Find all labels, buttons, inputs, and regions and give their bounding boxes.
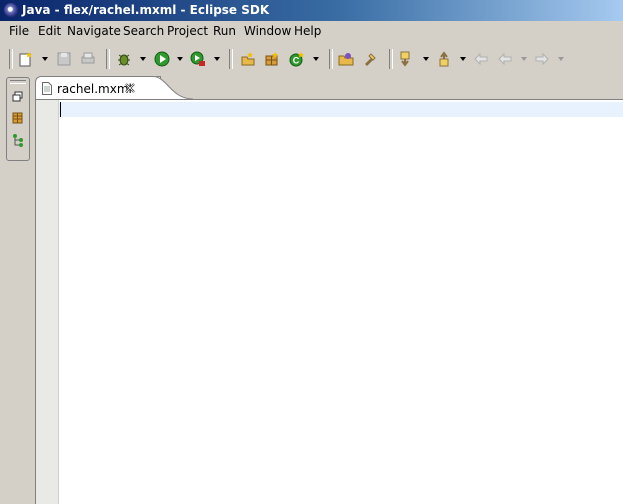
print-icon[interactable]	[80, 51, 96, 67]
menu-run[interactable]: Run	[213, 24, 236, 38]
save-icon[interactable]	[56, 51, 72, 67]
forward-dropdown-icon[interactable]	[558, 57, 564, 61]
window-title: Java - flex/rachel.mxml - Eclipse SDK	[22, 3, 270, 17]
restore-icon[interactable]	[11, 90, 25, 104]
editor-tab[interactable]: rachel.mxml	[35, 76, 161, 101]
new-java-project-icon[interactable]	[240, 51, 256, 67]
editor-area: rachel.mxml	[35, 76, 623, 504]
editor-tab-label: rachel.mxml	[57, 82, 132, 96]
toolbar-grip[interactable]	[9, 49, 13, 69]
toolbar-grip[interactable]	[389, 49, 393, 69]
menu-search[interactable]: Search	[123, 24, 164, 38]
svg-text:C: C	[293, 56, 300, 66]
menu-navigate[interactable]: Navigate	[67, 24, 121, 38]
back-icon[interactable]	[497, 51, 513, 67]
menu-file[interactable]: File	[9, 24, 29, 38]
forward-icon[interactable]	[534, 51, 550, 67]
toolbar-grip[interactable]	[329, 49, 333, 69]
file-icon	[42, 82, 52, 95]
next-annotation-icon[interactable]	[398, 51, 414, 67]
menu-bar: File Edit Navigate Search Project Run Wi…	[0, 21, 623, 41]
debug-dropdown-icon[interactable]	[140, 57, 146, 61]
current-line-highlight	[59, 102, 623, 117]
new-dropdown-icon[interactable]	[42, 57, 48, 61]
search-flashlight-icon[interactable]	[362, 51, 378, 67]
menu-edit[interactable]: Edit	[38, 24, 61, 38]
title-bar[interactable]: Java - flex/rachel.mxml - Eclipse SDK	[0, 0, 623, 21]
next-annotation-dropdown-icon[interactable]	[423, 57, 429, 61]
new-icon[interactable]	[18, 51, 34, 67]
menu-window[interactable]: Window	[244, 24, 291, 38]
vertical-ruler	[36, 100, 59, 504]
last-edit-location-icon[interactable]	[473, 51, 489, 67]
run-icon[interactable]	[154, 51, 170, 67]
debug-icon[interactable]	[116, 51, 132, 67]
menu-help[interactable]: Help	[294, 24, 321, 38]
external-tools-icon[interactable]	[190, 51, 206, 67]
package-explorer-icon[interactable]	[11, 111, 25, 125]
text-editor[interactable]	[35, 100, 623, 504]
new-package-icon[interactable]	[264, 51, 280, 67]
trim-grip[interactable]	[10, 80, 26, 84]
hierarchy-icon[interactable]	[11, 133, 25, 147]
previous-annotation-dropdown-icon[interactable]	[460, 57, 466, 61]
main-toolbar: C	[0, 43, 623, 75]
external-tools-dropdown-icon[interactable]	[214, 57, 220, 61]
text-caret	[60, 102, 61, 117]
eclipse-icon[interactable]	[4, 3, 18, 17]
menu-project[interactable]: Project	[167, 24, 208, 38]
tab-edge	[153, 76, 193, 100]
back-dropdown-icon[interactable]	[521, 57, 527, 61]
previous-annotation-icon[interactable]	[435, 51, 451, 67]
toolbar-grip[interactable]	[106, 49, 110, 69]
open-type-icon[interactable]	[338, 51, 354, 67]
new-class-dropdown-icon[interactable]	[313, 57, 319, 61]
toolbar-grip[interactable]	[229, 49, 233, 69]
close-icon[interactable]	[124, 82, 136, 94]
run-dropdown-icon[interactable]	[177, 57, 183, 61]
left-trim-bar	[6, 77, 30, 161]
new-class-icon[interactable]: C	[289, 51, 305, 67]
